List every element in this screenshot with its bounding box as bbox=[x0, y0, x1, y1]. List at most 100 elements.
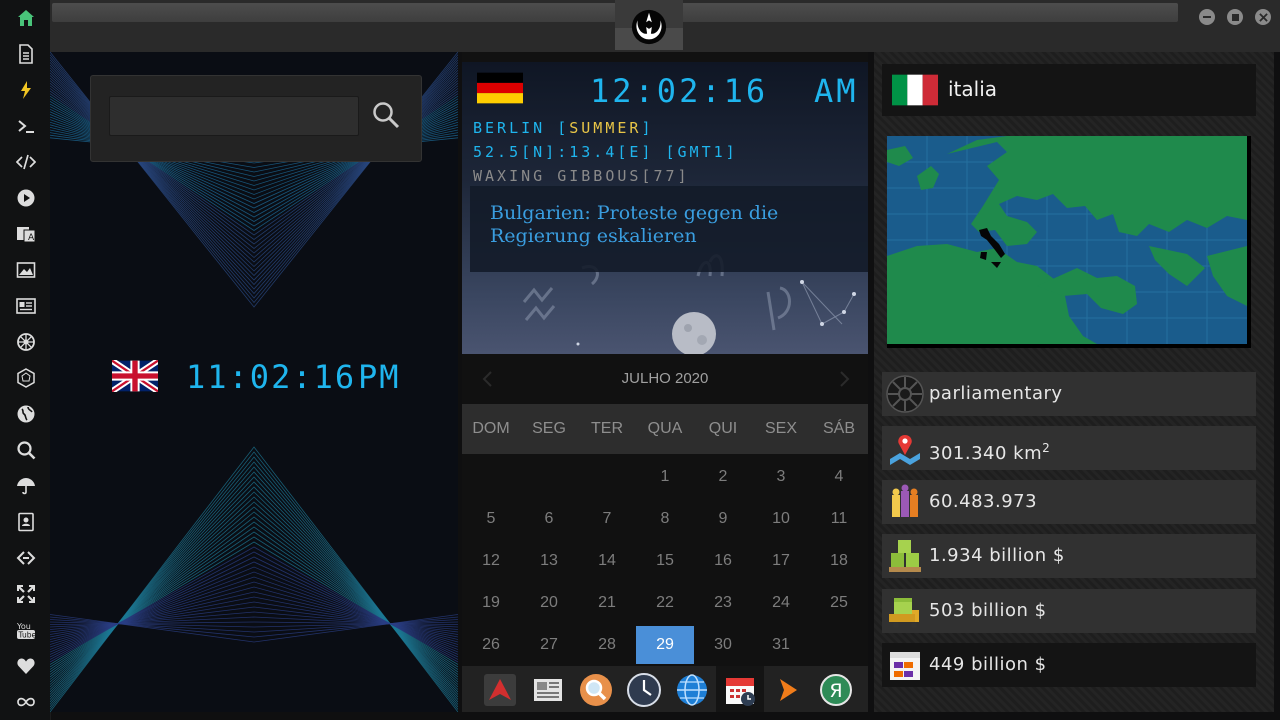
news-icon[interactable] bbox=[13, 293, 39, 319]
calendar-day[interactable]: 10 bbox=[752, 500, 810, 538]
weekday-label: QUI bbox=[708, 420, 738, 437]
calendar-day[interactable]: 20 bbox=[520, 584, 578, 622]
calendar-day[interactable]: 30 bbox=[694, 626, 752, 664]
imports-icon bbox=[890, 652, 920, 680]
clock-widget: 12:02:16 AM BERLIN [SUMMER] 52.5[N]:13.4… bbox=[462, 62, 868, 354]
calendar-day[interactable]: 27 bbox=[520, 626, 578, 664]
rebel-logo-tab[interactable] bbox=[615, 0, 683, 50]
clock-icon[interactable] bbox=[626, 672, 662, 708]
calendar-header: JULHO 2020 bbox=[462, 356, 868, 402]
maximize-button[interactable] bbox=[1227, 9, 1243, 25]
calendar-day[interactable]: 6 bbox=[520, 500, 578, 538]
uk-time: 11:02:16 bbox=[186, 358, 357, 396]
country-info-panel: italia parliamentary 301.340 km2 60.483.… bbox=[874, 52, 1274, 712]
uk-flag-icon bbox=[112, 360, 158, 392]
calendar-day[interactable]: 15 bbox=[636, 542, 694, 580]
hexagon-icon[interactable] bbox=[13, 365, 39, 391]
umbrella-icon[interactable] bbox=[13, 473, 39, 499]
calendar-day[interactable]: 25 bbox=[810, 584, 868, 622]
contacts-icon[interactable] bbox=[13, 509, 39, 535]
yandex-icon[interactable]: Я bbox=[818, 672, 854, 708]
close-button[interactable] bbox=[1255, 9, 1271, 25]
infinity-icon[interactable] bbox=[13, 689, 39, 715]
calendar-day[interactable]: 18 bbox=[810, 542, 868, 580]
svg-text:A: A bbox=[28, 233, 35, 243]
calendar-day[interactable]: 26 bbox=[462, 626, 520, 664]
area-exponent: 2 bbox=[1042, 441, 1051, 455]
calendar-day[interactable]: 16 bbox=[694, 542, 752, 580]
calendar-day[interactable]: 11 bbox=[810, 500, 868, 538]
germany-time: 12:02:16 bbox=[590, 72, 769, 110]
search-icon[interactable] bbox=[13, 437, 39, 463]
calendar-day[interactable]: 12 bbox=[462, 542, 520, 580]
exports-row: 503 billion $ bbox=[882, 589, 1256, 633]
calendar-day[interactable]: 28 bbox=[578, 626, 636, 664]
population-row: 60.483.973 bbox=[882, 480, 1256, 524]
calendar-day-today[interactable]: 29 bbox=[636, 626, 694, 664]
image-icon[interactable] bbox=[13, 257, 39, 283]
exports-value: 503 billion $ bbox=[929, 600, 1047, 621]
calendar-day[interactable]: 24 bbox=[752, 584, 810, 622]
weekday-label: SÁB bbox=[822, 420, 855, 437]
calendar-day[interactable]: 4 bbox=[810, 458, 868, 496]
title-bar bbox=[50, 0, 1280, 52]
calendar-day[interactable]: 5 bbox=[462, 500, 520, 538]
calendar-day[interactable]: 3 bbox=[752, 458, 810, 496]
calendar-day[interactable]: 14 bbox=[578, 542, 636, 580]
document-icon[interactable] bbox=[13, 41, 39, 67]
calendar-day[interactable]: 23 bbox=[694, 584, 752, 622]
area-value: 301.340 km2 bbox=[929, 426, 1050, 476]
youtube-icon[interactable]: You Tube bbox=[13, 617, 39, 643]
calendar-day[interactable]: 19 bbox=[462, 584, 520, 622]
calendar-day[interactable]: 7 bbox=[578, 500, 636, 538]
arrow-icon[interactable] bbox=[770, 672, 806, 708]
globe-icon[interactable] bbox=[13, 401, 39, 427]
newspaper-icon[interactable] bbox=[530, 672, 566, 708]
globe-icon[interactable] bbox=[674, 672, 710, 708]
lightning-icon[interactable] bbox=[13, 77, 39, 103]
rebel-icon[interactable] bbox=[13, 329, 39, 355]
calendar-day[interactable]: 22 bbox=[636, 584, 694, 622]
calendar-day[interactable]: 17 bbox=[752, 542, 810, 580]
translate-icon[interactable]: A bbox=[13, 221, 39, 247]
empire-icon bbox=[886, 375, 924, 413]
next-month-icon[interactable] bbox=[834, 369, 854, 389]
app-dock: Я bbox=[462, 666, 868, 712]
calendar-icon[interactable] bbox=[722, 672, 758, 708]
calendar-day[interactable]: 2 bbox=[694, 458, 752, 496]
arch-icon[interactable] bbox=[482, 672, 518, 708]
link-icon[interactable] bbox=[13, 545, 39, 571]
play-icon[interactable] bbox=[13, 185, 39, 211]
terminal-icon[interactable] bbox=[13, 113, 39, 139]
government-type: parliamentary bbox=[929, 383, 1063, 404]
italy-flag-icon bbox=[892, 74, 938, 106]
exports-icon bbox=[889, 598, 919, 628]
calendar-day[interactable]: 1 bbox=[636, 458, 694, 496]
calendar-day[interactable]: 31 bbox=[752, 626, 810, 664]
news-headline[interactable]: Bulgarien: Proteste gegen die Regierung … bbox=[490, 202, 860, 248]
weekday-label: QUA bbox=[647, 420, 683, 437]
germany-flag-icon bbox=[477, 72, 523, 104]
calendar-day[interactable]: 9 bbox=[694, 500, 752, 538]
news-ticker[interactable]: Bulgarien: Proteste gegen die Regierung … bbox=[470, 186, 868, 272]
search-box bbox=[90, 75, 422, 162]
code-icon[interactable] bbox=[13, 149, 39, 175]
app-sidebar: A You Tube bbox=[0, 0, 51, 720]
search-input[interactable] bbox=[109, 96, 359, 136]
weekday-label: DOM bbox=[472, 420, 510, 437]
minimize-button[interactable] bbox=[1199, 9, 1215, 25]
magnifier-icon[interactable] bbox=[578, 672, 614, 708]
calendar-day[interactable]: 13 bbox=[520, 542, 578, 580]
home-icon[interactable] bbox=[13, 5, 39, 31]
calendar-month: JULHO 2020 bbox=[621, 370, 709, 387]
city-name: BERLIN bbox=[473, 119, 546, 137]
calendar-day[interactable]: 21 bbox=[578, 584, 636, 622]
calendar-day[interactable]: 8 bbox=[636, 500, 694, 538]
search-icon[interactable] bbox=[371, 100, 401, 130]
world-map[interactable] bbox=[887, 136, 1251, 348]
moon-phase: WAXING GIBBOUS[77] bbox=[473, 167, 690, 185]
fullscreen-icon[interactable] bbox=[13, 581, 39, 607]
season: SUMMER bbox=[569, 119, 642, 137]
government-row: parliamentary bbox=[882, 372, 1256, 416]
heart-icon[interactable] bbox=[13, 653, 39, 679]
